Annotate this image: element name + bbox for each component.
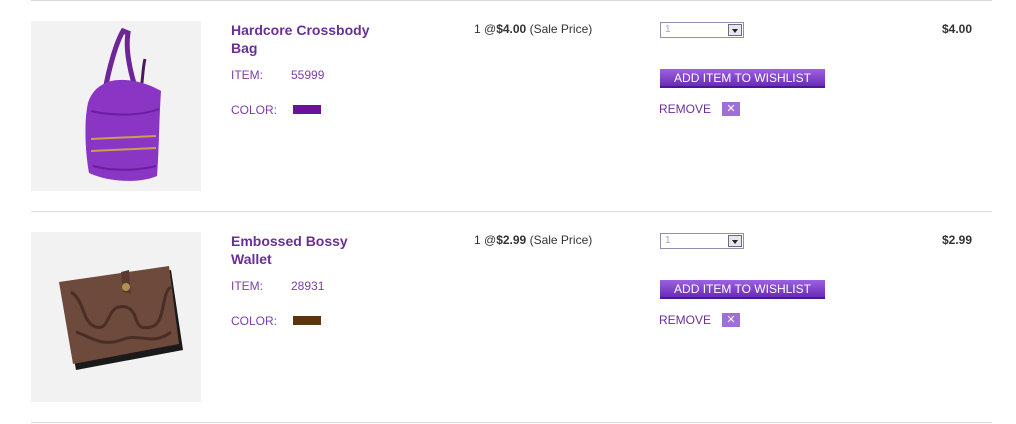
bottom-divider bbox=[31, 422, 992, 423]
chevron-down-icon[interactable] bbox=[728, 24, 742, 36]
close-icon[interactable]: ✕ bbox=[722, 313, 740, 327]
close-icon[interactable]: ✕ bbox=[722, 102, 740, 116]
unit-price: 1 @$2.99 (Sale Price) bbox=[474, 233, 593, 247]
quantity-select[interactable]: 1 bbox=[660, 22, 744, 38]
cart-item: Embossed Bossy Wallet ITEM: 28931 COLOR:… bbox=[0, 211, 1016, 422]
product-name[interactable]: Hardcore Crossbody Bag bbox=[231, 21, 401, 57]
color-swatch bbox=[293, 316, 321, 325]
color-swatch bbox=[293, 105, 321, 114]
crossbody-bag-photo bbox=[31, 21, 201, 191]
item-label: ITEM: bbox=[231, 68, 263, 82]
quantity-value: 1 bbox=[665, 235, 671, 246]
line-total: $2.99 bbox=[941, 233, 972, 247]
color-label: COLOR: bbox=[231, 314, 278, 328]
add-to-wishlist-button[interactable]: ADD ITEM TO WISHLIST bbox=[660, 280, 825, 299]
color-label: COLOR: bbox=[231, 103, 278, 117]
quantity-value: 1 bbox=[665, 24, 671, 35]
product-image[interactable] bbox=[31, 21, 201, 191]
item-label: ITEM: bbox=[231, 279, 263, 293]
unit-price: 1 @$4.00 (Sale Price) bbox=[474, 22, 593, 36]
quantity-select[interactable]: 1 bbox=[660, 233, 744, 249]
item-number: 28931 bbox=[291, 279, 325, 293]
add-to-wishlist-button[interactable]: ADD ITEM TO WISHLIST bbox=[660, 69, 825, 88]
line-total: $4.00 bbox=[941, 22, 972, 36]
product-image[interactable] bbox=[31, 232, 201, 402]
chevron-down-icon[interactable] bbox=[728, 235, 742, 247]
cart-item: Hardcore Crossbody Bag ITEM: 55999 COLOR… bbox=[0, 0, 1016, 211]
remove-link[interactable]: REMOVE bbox=[659, 313, 711, 327]
remove-link[interactable]: REMOVE bbox=[659, 102, 711, 116]
item-number: 55999 bbox=[291, 68, 325, 82]
embossed-wallet-photo bbox=[31, 232, 201, 402]
product-name[interactable]: Embossed Bossy Wallet bbox=[231, 232, 401, 268]
